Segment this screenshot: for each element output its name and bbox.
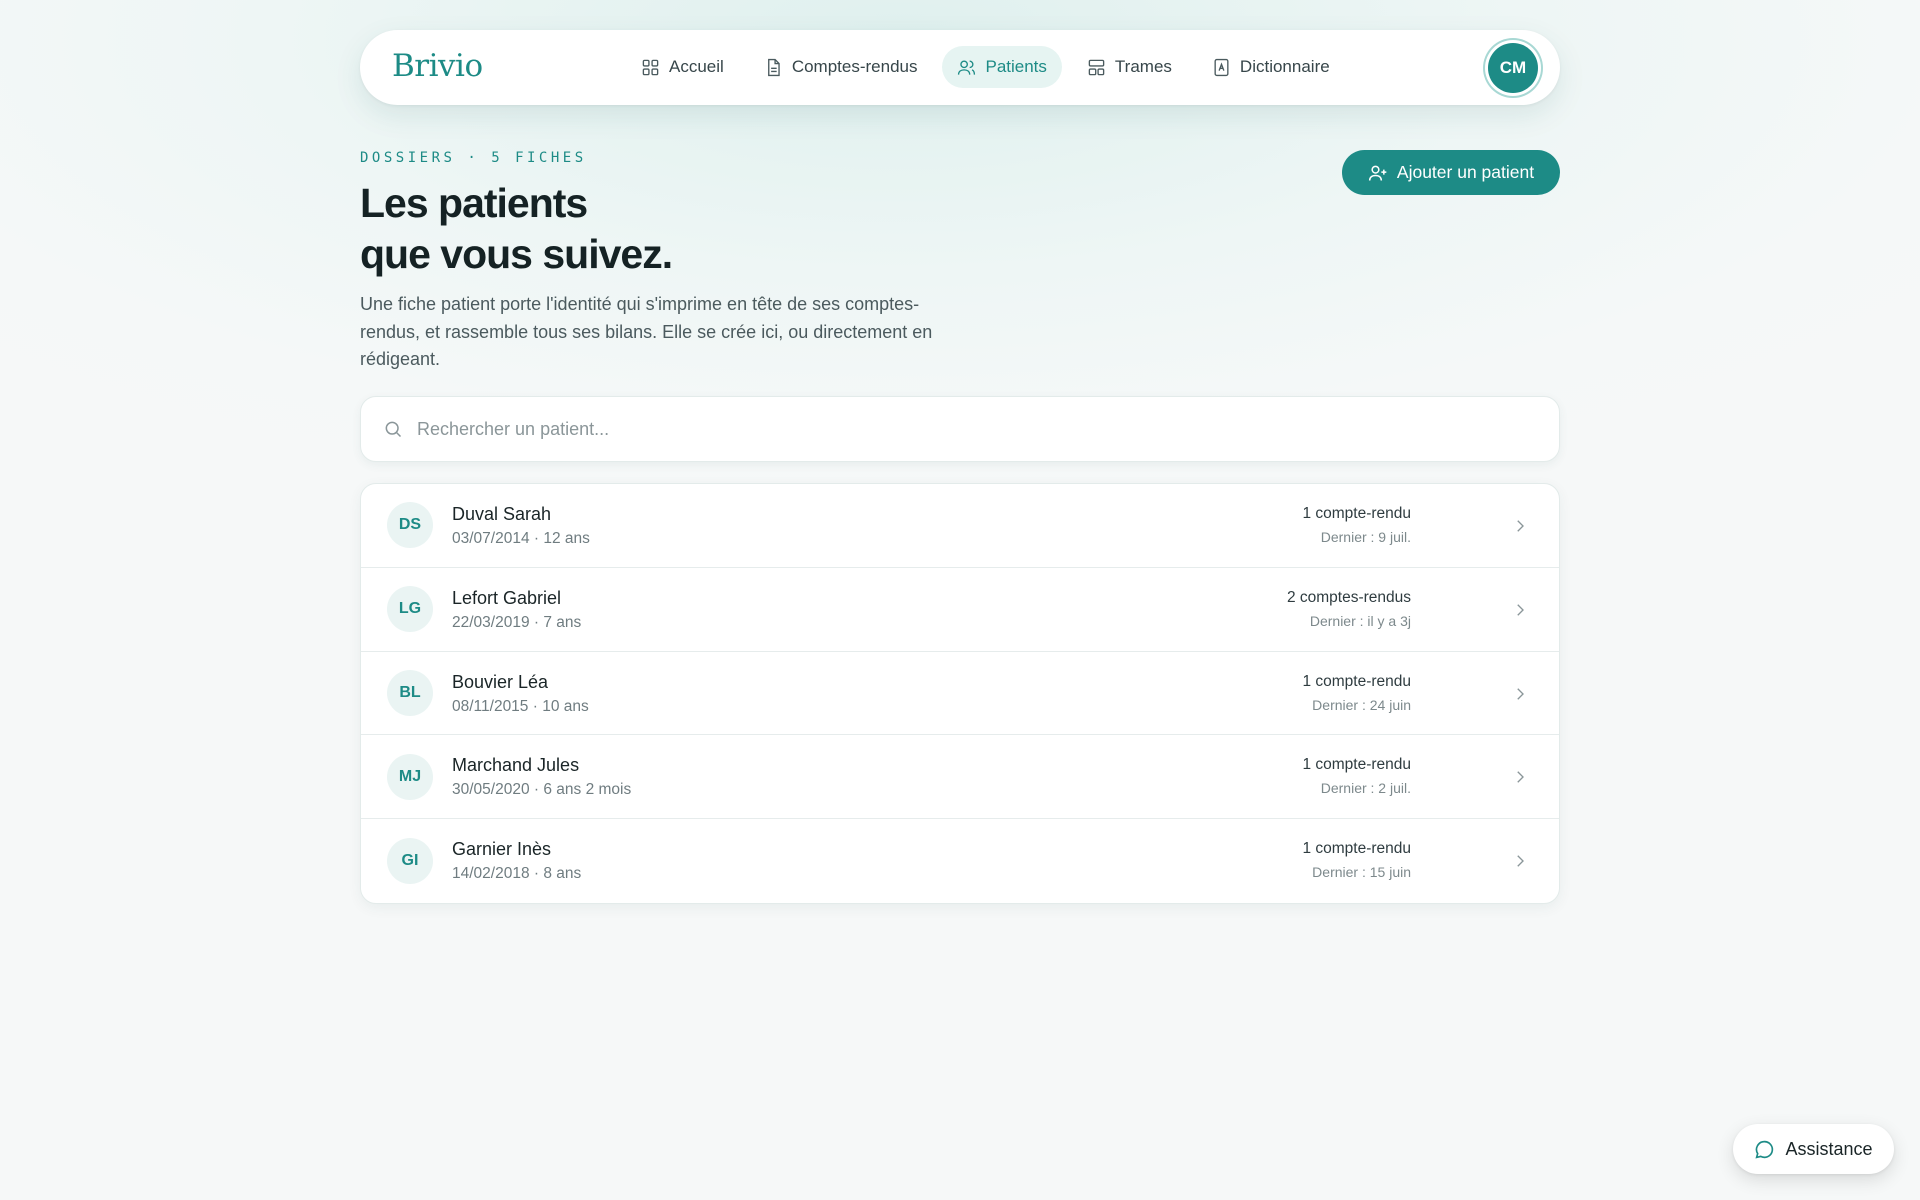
nav-item-label: Dictionnaire: [1239, 57, 1330, 76]
nav-item-patients[interactable]: Patients: [942, 46, 1062, 88]
user-avatar-button[interactable]: CM: [1488, 43, 1538, 93]
user-plus-icon: [1368, 165, 1387, 181]
report-count: 1 compte-rendu: [1302, 672, 1411, 690]
top-nav: Brivio Accueil Comptes-rendus Patients T…: [360, 30, 1560, 105]
grid-icon: [642, 59, 659, 75]
chevron-right-icon: [1517, 855, 1524, 867]
chevron-right-icon: [1517, 520, 1524, 532]
page-eyebrow: DOSSIERS · 5 FICHES: [360, 150, 587, 166]
add-patient-button[interactable]: Ajouter un patient: [1342, 150, 1560, 195]
patient-row[interactable]: MJ Marchand Jules 30/05/2020 · 6 ans 2 m…: [361, 735, 1559, 820]
page-description: Une fiche patient porte l'identité qui s…: [360, 294, 933, 369]
nav-item-accueil[interactable]: Accueil: [626, 46, 739, 88]
users-icon: [958, 59, 976, 75]
page-title-line2: que vous suivez.: [360, 231, 673, 277]
patient-name: Bouvier Léa: [452, 671, 549, 692]
patient-birthdate-age: 08/11/2015 · 10 ans: [452, 697, 589, 715]
patient-row[interactable]: BL Bouvier Léa 08/11/2015 · 10 ans 1 com…: [361, 652, 1559, 736]
last-report-date: Dernier : 24 juin: [1312, 696, 1411, 713]
add-patient-label: Ajouter un patient: [1396, 162, 1535, 182]
nav-item-label: Accueil: [669, 57, 724, 76]
nav-item-dictionnaire[interactable]: Dictionnaire: [1197, 46, 1345, 88]
patient-name: Lefort Gabriel: [452, 587, 562, 608]
layout-icon: [1088, 59, 1105, 75]
document-icon: [767, 58, 780, 76]
nav-item-label: Comptes-rendus: [791, 57, 918, 76]
report-count: 1 compte-rendu: [1302, 505, 1411, 522]
report-count: 1 compte-rendu: [1302, 756, 1411, 774]
patient-row[interactable]: LG Lefort Gabriel 22/03/2019 · 7 ans 2 c…: [361, 568, 1559, 652]
search-input[interactable]: [417, 418, 1517, 440]
patient-avatar: BL: [387, 669, 433, 716]
chevron-right-icon: [1517, 771, 1524, 784]
patient-row[interactable]: GI Garnier Inès 14/02/2018 · 8 ans 1 com…: [361, 819, 1559, 903]
last-report-date: Dernier : il y a 3j: [1309, 612, 1411, 629]
nav-item-label: Patients: [985, 57, 1047, 76]
assistance-label: Assistance: [1785, 1138, 1873, 1159]
patient-list: DS Duval Sarah 03/07/2014 · 12 ans 1 com…: [360, 483, 1560, 904]
patient-name: Duval Sarah: [452, 504, 552, 524]
nav-menu: Accueil Comptes-rendus Patients Trames D…: [626, 46, 1345, 88]
last-report-date: Dernier : 9 juil.: [1320, 529, 1411, 545]
patient-avatar: MJ: [387, 753, 433, 800]
patient-birthdate-age: 14/02/2018 · 8 ans: [452, 865, 582, 883]
nav-item-comptes-rendus[interactable]: Comptes-rendus: [749, 46, 933, 88]
patient-row[interactable]: DS Duval Sarah 03/07/2014 · 12 ans 1 com…: [361, 484, 1559, 568]
patient-avatar: LG: [387, 586, 433, 633]
search-icon: [385, 421, 402, 438]
patient-avatar: DS: [387, 502, 433, 549]
last-report-date: Dernier : 2 juil.: [1320, 780, 1411, 797]
patient-name: Garnier Inès: [452, 839, 552, 860]
page-title: Les patients que vous suivez.: [360, 178, 1060, 280]
report-count: 1 compte-rendu: [1302, 840, 1411, 858]
patient-birthdate-age: 03/07/2014 · 12 ans: [452, 530, 590, 547]
page-title-line1: Les patients: [360, 180, 588, 226]
patient-birthdate-age: 22/03/2019 · 7 ans: [452, 613, 582, 631]
nav-item-label: Trames: [1114, 57, 1172, 76]
brand-logo[interactable]: Brivio: [392, 48, 483, 84]
chevron-right-icon: [1517, 687, 1524, 700]
nav-item-trames[interactable]: Trames: [1072, 46, 1187, 88]
assistance-button[interactable]: Assistance: [1733, 1124, 1894, 1174]
book-icon: [1214, 58, 1229, 76]
patient-birthdate-age: 30/05/2020 · 6 ans 2 mois: [452, 781, 632, 799]
chat-icon: [1755, 1140, 1774, 1159]
patient-name: Marchand Jules: [452, 755, 580, 776]
report-count: 2 comptes-rendus: [1286, 588, 1411, 606]
chevron-right-icon: [1517, 604, 1524, 616]
last-report-date: Dernier : 15 juin: [1312, 864, 1411, 881]
patient-avatar: GI: [387, 838, 433, 885]
search-bar: [360, 396, 1560, 462]
